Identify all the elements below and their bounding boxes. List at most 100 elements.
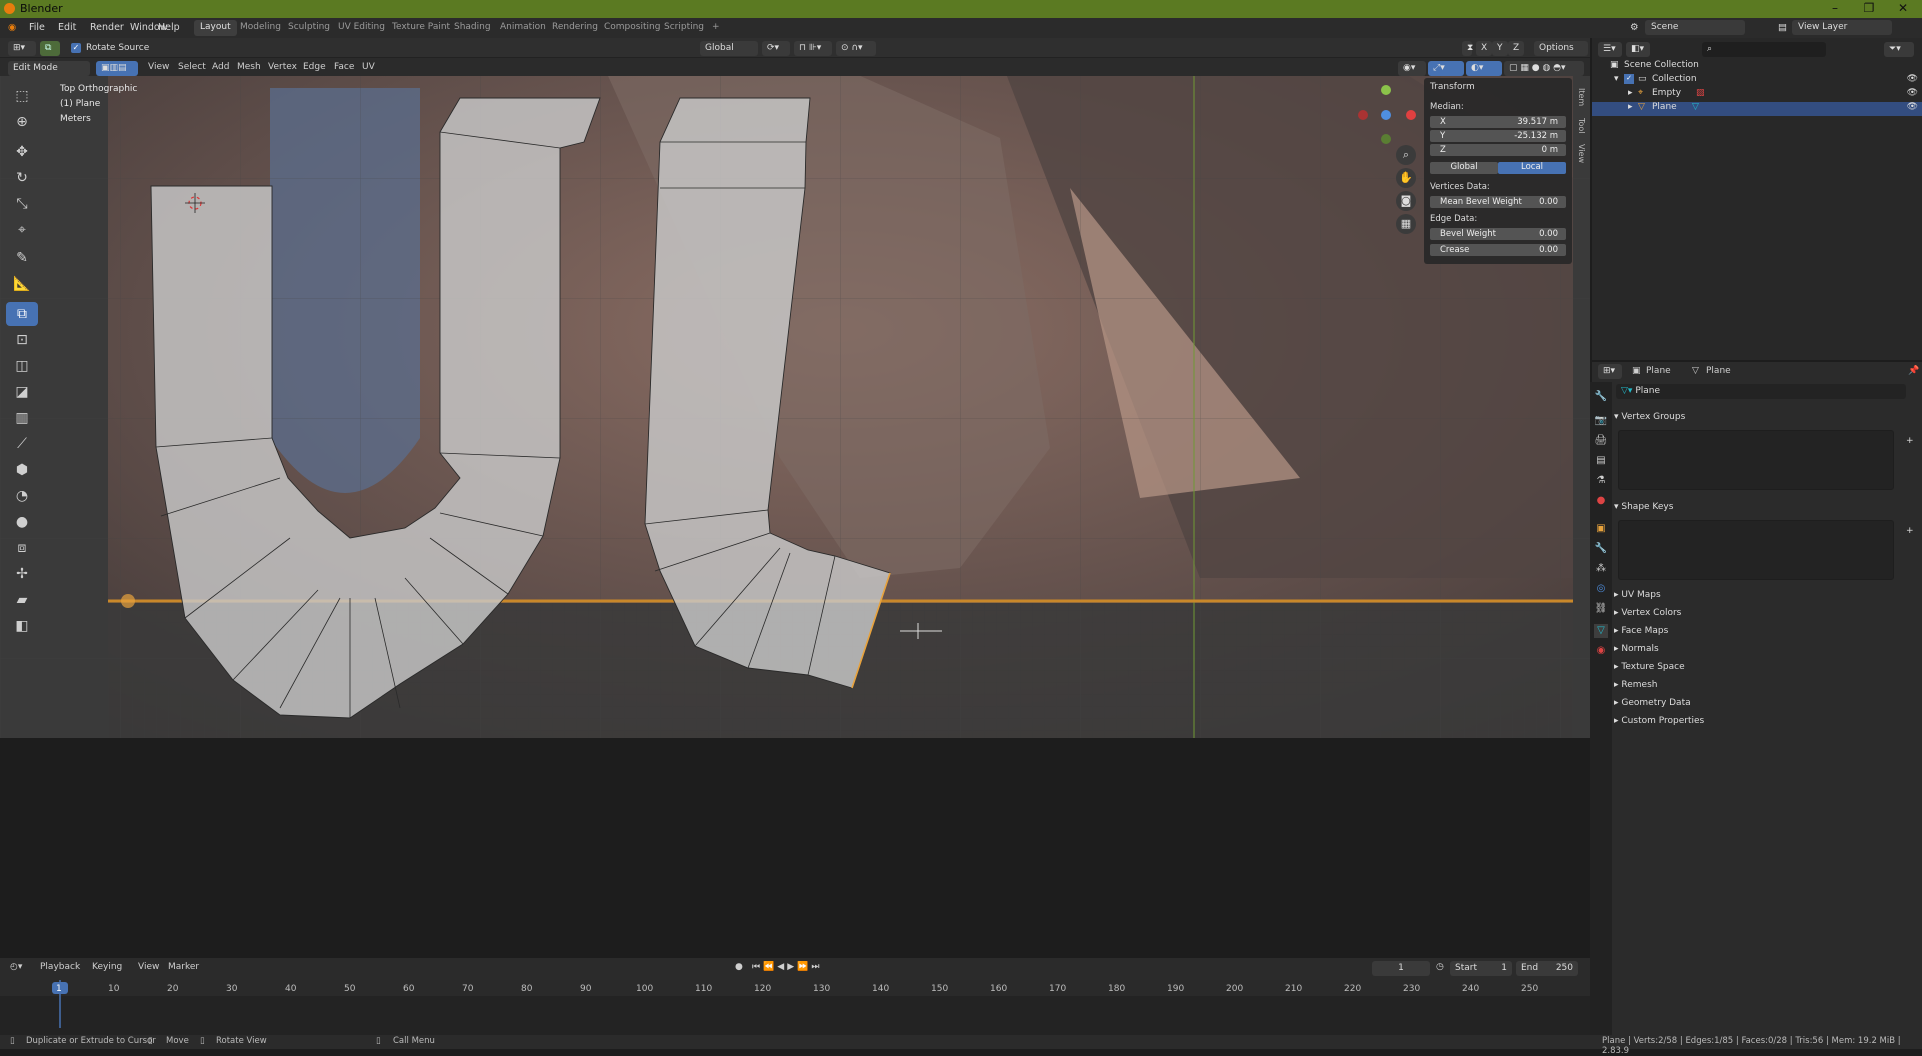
options-dropdown[interactable]: Options xyxy=(1534,41,1588,56)
properties-editor-icon[interactable]: ⊞▾ xyxy=(1598,364,1622,379)
filter-icon[interactable]: ⏷▾ xyxy=(1884,42,1914,57)
gizmo-neg-x-axis[interactable] xyxy=(1358,110,1368,120)
menu-edge[interactable]: Edge xyxy=(303,62,326,72)
outliner-editor-icon[interactable]: ☰▾ xyxy=(1598,42,1622,57)
pivot-icon[interactable]: ⟳▾ xyxy=(762,41,790,56)
section-vertex-colors[interactable]: ▸ Vertex Colors xyxy=(1614,608,1681,618)
outliner-row-empty[interactable]: ▸ ⌖ Empty ▨ 👁 xyxy=(1592,88,1922,102)
section-face-maps[interactable]: ▸ Face Maps xyxy=(1614,626,1668,636)
mode-dropdown[interactable]: Edit Mode xyxy=(8,61,90,76)
extrude-to-cursor-icon[interactable]: ⧉ xyxy=(6,302,38,326)
tab-animation[interactable]: Animation xyxy=(494,20,552,36)
add-workspace-button[interactable]: + xyxy=(706,20,726,36)
visibility-eye-icon[interactable]: 👁 xyxy=(1907,102,1918,112)
axis-z-toggle[interactable]: Z xyxy=(1508,41,1525,56)
section-uv-maps[interactable]: ▸ UV Maps xyxy=(1614,590,1661,600)
render-properties-icon[interactable]: 📷 xyxy=(1594,414,1608,428)
mean-bevel-weight-field[interactable]: Mean Bevel Weight 0.00 xyxy=(1430,196,1566,208)
clock-icon[interactable]: ◷ xyxy=(1436,962,1444,972)
knife-icon[interactable]: ⟋ xyxy=(6,432,38,456)
transform-icon[interactable]: ⌖ xyxy=(6,218,38,242)
gizmo-y-axis[interactable] xyxy=(1381,85,1391,95)
mesh-data-properties-icon[interactable]: ▽ xyxy=(1594,624,1608,638)
start-frame-field[interactable]: Start 1 xyxy=(1450,961,1512,976)
add-shape-key-icon[interactable]: + xyxy=(1906,526,1914,536)
vertex-groups-list[interactable] xyxy=(1618,430,1894,490)
record-icon[interactable]: ● xyxy=(735,962,743,972)
tab-compositing[interactable]: Compositing xyxy=(598,20,666,36)
section-remesh[interactable]: ▸ Remesh xyxy=(1614,680,1657,690)
edge-slide-icon[interactable]: ⧈ xyxy=(6,536,38,560)
menu-vertex[interactable]: Vertex xyxy=(268,62,297,72)
menu-playback[interactable]: Playback xyxy=(40,962,80,972)
rip-region-icon[interactable]: ◧ xyxy=(6,614,38,638)
menu-render[interactable]: Render xyxy=(90,22,124,33)
transform-orientation-dropdown[interactable]: Global xyxy=(700,41,758,56)
physics-properties-icon[interactable]: ◎ xyxy=(1594,582,1608,596)
output-properties-icon[interactable]: 🖨 xyxy=(1594,434,1608,448)
gizmo-x-axis[interactable] xyxy=(1406,110,1416,120)
cursor-icon[interactable]: ⊕ xyxy=(6,110,38,134)
section-texture-space[interactable]: ▸ Texture Space xyxy=(1614,662,1685,672)
particle-properties-icon[interactable]: ⁂ xyxy=(1594,562,1608,576)
menu-face[interactable]: Face xyxy=(334,62,354,72)
pan-hand-icon[interactable]: ✋ xyxy=(1396,168,1416,188)
active-tool-icon[interactable]: ⧉ xyxy=(40,41,60,56)
section-shape-keys[interactable]: ▾ Shape Keys xyxy=(1614,502,1673,512)
zoom-icon[interactable]: ⌕ xyxy=(1396,145,1416,165)
menu-select[interactable]: Select xyxy=(178,62,206,72)
tab-rendering[interactable]: Rendering xyxy=(546,20,604,36)
visibility-eye-icon[interactable]: 👁 xyxy=(1907,88,1918,98)
expand-icon[interactable]: ▸ xyxy=(1628,102,1633,112)
menu-view[interactable]: View xyxy=(148,62,169,72)
scene-properties-icon[interactable]: ⚗ xyxy=(1594,474,1608,488)
scale-icon[interactable]: ⤡ xyxy=(6,192,38,216)
tab-shading[interactable]: Shading xyxy=(448,20,497,36)
playback-controls[interactable]: ⏮⏪◀▶⏩⏭ xyxy=(752,962,822,972)
select-box-icon[interactable]: ⬚ xyxy=(6,84,38,108)
local-toggle[interactable]: Local xyxy=(1498,162,1566,174)
rotate-source-checkbox[interactable]: ✓ xyxy=(71,43,81,53)
view-layer-selector[interactable]: View Layer xyxy=(1792,20,1892,35)
section-geometry-data[interactable]: ▸ Geometry Data xyxy=(1614,698,1691,708)
close-button[interactable]: ✕ xyxy=(1888,1,1918,15)
scene-selector[interactable]: Scene xyxy=(1645,20,1745,35)
grid-view-icon[interactable]: ▦ xyxy=(1396,214,1416,234)
tab-item[interactable]: Item xyxy=(1574,88,1586,106)
crease-field[interactable]: Crease 0.00 xyxy=(1430,244,1566,256)
bevel-icon[interactable]: ◪ xyxy=(6,380,38,404)
annotate-icon[interactable]: ✎ xyxy=(6,246,38,270)
tab-texture-paint[interactable]: Texture Paint xyxy=(386,20,456,36)
menu-add[interactable]: Add xyxy=(212,62,229,72)
tab-scripting[interactable]: Scripting xyxy=(658,20,710,36)
measure-icon[interactable]: 📐 xyxy=(6,272,38,296)
menu-timeline-view[interactable]: View xyxy=(138,962,159,972)
current-frame-field[interactable]: 1 xyxy=(1372,961,1430,976)
section-vertex-groups[interactable]: ▾ Vertex Groups xyxy=(1614,412,1685,422)
overlay-toggle-icon[interactable]: ◐▾ xyxy=(1466,61,1502,76)
proportional-edit-icon[interactable]: ⊙ ∩▾ xyxy=(836,41,876,56)
menu-uv[interactable]: UV xyxy=(362,62,375,72)
transform-panel-title[interactable]: Transform xyxy=(1430,82,1475,92)
blender-menu-icon[interactable]: ◉ xyxy=(8,22,16,33)
end-frame-field[interactable]: End 250 xyxy=(1516,961,1578,976)
tab-sculpting[interactable]: Sculpting xyxy=(282,20,336,36)
maximize-button[interactable]: ❐ xyxy=(1854,1,1884,15)
display-mode-icon[interactable]: ◧▾ xyxy=(1626,42,1650,57)
move-icon[interactable]: ✥ xyxy=(6,140,38,164)
extrude-region-icon[interactable]: ⊡ xyxy=(6,328,38,352)
smooth-icon[interactable]: ● xyxy=(6,510,38,534)
gizmo-toggle-icon[interactable]: ⤢▾ xyxy=(1428,61,1464,76)
tab-layout[interactable]: Layout xyxy=(194,20,237,36)
median-z-field[interactable]: Z0 m xyxy=(1430,144,1566,156)
minimize-button[interactable]: – xyxy=(1820,1,1850,15)
menu-help[interactable]: Help xyxy=(158,22,180,33)
section-custom-properties[interactable]: ▸ Custom Properties xyxy=(1614,716,1704,726)
tab-view[interactable]: View xyxy=(1574,144,1586,163)
expand-icon[interactable]: ▸ xyxy=(1628,88,1633,98)
menu-marker[interactable]: Marker xyxy=(168,962,199,972)
global-toggle[interactable]: Global xyxy=(1430,162,1498,174)
timeline-editor-icon[interactable]: ◴▾ xyxy=(10,962,22,972)
axis-x-toggle[interactable]: X xyxy=(1476,41,1493,56)
mirror-icon[interactable]: ⧗ xyxy=(1462,41,1473,56)
